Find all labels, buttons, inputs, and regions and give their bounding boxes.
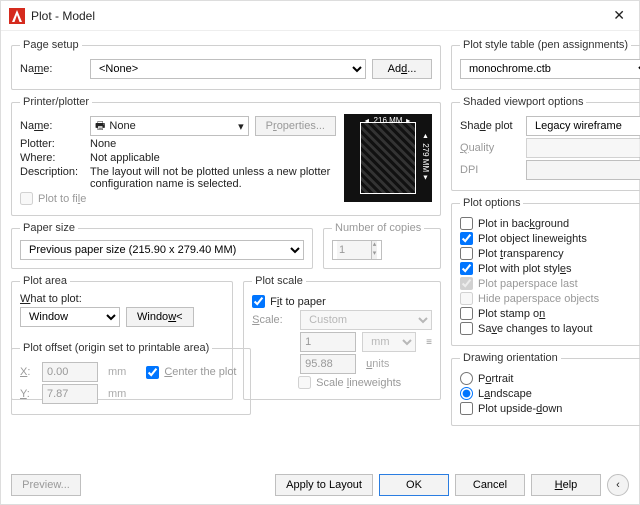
y-unit: mm (108, 388, 126, 400)
scale-select: Custom (300, 310, 432, 330)
x-label: X: (20, 366, 36, 378)
upside-down-check[interactable]: Plot upside-down (460, 402, 640, 415)
plot-object-lw-check[interactable]: Plot object lineweights (460, 232, 640, 245)
page-setup-name-select[interactable]: <None> (90, 59, 366, 79)
center-plot-check[interactable]: Center the plot (146, 366, 236, 379)
printer-group: Printer/plotter Name: 🖶 None ▾ Propertie… (11, 96, 441, 216)
scale-unit-count (300, 332, 356, 352)
paper-preview: ◄ 216 MM ► ▲ 279 MM ▼ (344, 114, 432, 202)
shade-plot-select[interactable]: Legacy wireframe (526, 116, 640, 136)
plot-dialog: Plot - Model ✕ Page setup Name: <None> A… (0, 0, 640, 505)
plot-scale-legend: Plot scale (252, 275, 306, 287)
printer-name-select[interactable]: 🖶 None ▾ (90, 116, 249, 136)
plot-options-group: Plot options Plot in background Plot obj… (451, 197, 640, 346)
landscape-radio[interactable]: Landscape (460, 387, 640, 400)
desc-value: The layout will not be plotted unless a … (90, 166, 336, 190)
help-button[interactable]: Help (531, 474, 601, 496)
ok-button[interactable]: OK (379, 474, 449, 496)
plotter-value: None (90, 138, 116, 150)
y-input (42, 384, 98, 404)
plot-style-group: Plot style table (pen assignments) monoc… (451, 39, 640, 90)
expand-options-button[interactable]: ‹ (607, 474, 629, 496)
dpi-label: DPI (460, 164, 520, 176)
plot-options-legend: Plot options (460, 197, 523, 209)
what-to-plot-select[interactable]: Window (20, 307, 120, 327)
what-to-plot-label: What to plot: (20, 293, 224, 305)
titlebar: Plot - Model ✕ (1, 1, 639, 31)
shaded-viewport-group: Shaded viewport options Shade plot Legac… (451, 96, 640, 191)
plot-transparency-check[interactable]: Plot transparency (460, 247, 640, 260)
plotter-label: Plotter: (20, 138, 84, 150)
plot-to-file-check: Plot to file (20, 192, 336, 205)
autocad-logo-icon (9, 8, 25, 24)
drawing-units-input (300, 354, 356, 374)
x-input (42, 362, 98, 382)
plot-offset-legend: Plot offset (origin set to printable are… (20, 342, 212, 354)
equals-icon: ≡ (426, 337, 432, 348)
desc-label: Description: (20, 166, 84, 178)
fit-to-paper-check[interactable]: Fit to paper (252, 295, 432, 308)
page-setup-name-label: Name: (20, 63, 84, 75)
orientation-legend: Drawing orientation (460, 352, 561, 364)
shaded-legend: Shaded viewport options (460, 96, 586, 108)
units-label: units (366, 358, 389, 370)
chevron-down-icon: ▾ (238, 120, 244, 133)
paper-size-select[interactable]: Previous paper size (215.90 x 279.40 MM) (20, 240, 304, 260)
plot-background-check[interactable]: Plot in background (460, 217, 640, 230)
window-title: Plot - Model (31, 9, 607, 23)
plot-area-legend: Plot area (20, 275, 70, 287)
printer-name-value: None (109, 120, 238, 132)
paper-size-group: Paper size Previous paper size (215.90 x… (11, 222, 313, 269)
page-setup-group: Page setup Name: <None> Add... (11, 39, 441, 90)
copies-legend: Number of copies (332, 222, 424, 234)
quality-select (526, 138, 640, 158)
printer-name-label: Name: (20, 120, 84, 132)
plot-stamp-check[interactable]: Plot stamp on (460, 307, 640, 320)
scale-label: Scale: (252, 314, 294, 326)
quality-label: Quality (460, 142, 520, 154)
plot-offset-group: Plot offset (origin set to printable are… (11, 342, 251, 415)
scale-lineweights-check: Scale lineweights (298, 376, 432, 389)
cancel-button[interactable]: Cancel (455, 474, 525, 496)
portrait-radio[interactable]: Portrait (460, 372, 640, 385)
dpi-input (526, 160, 640, 180)
plot-style-select[interactable]: monochrome.ctb (460, 59, 640, 79)
plot-with-styles-check[interactable]: Plot with plot styles (460, 262, 640, 275)
shade-plot-label: Shade plot (460, 120, 520, 132)
y-label: Y: (20, 388, 36, 400)
preview-button: Preview... (11, 474, 81, 496)
save-changes-check[interactable]: Save changes to layout (460, 322, 640, 335)
orientation-group: Drawing orientation Portrait Landscape P… (451, 352, 640, 426)
plot-ps-last-check: Plot paperspace last (460, 277, 640, 290)
dialog-footer: Preview... Apply to Layout OK Cancel Hel… (1, 468, 639, 504)
page-setup-legend: Page setup (20, 39, 82, 51)
chevron-left-icon: ‹ (616, 479, 620, 491)
close-icon[interactable]: ✕ (607, 7, 631, 24)
x-unit: mm (108, 366, 126, 378)
printer-legend: Printer/plotter (20, 96, 92, 108)
scale-unit-select: mm (362, 332, 416, 352)
plot-style-legend: Plot style table (pen assignments) (460, 39, 631, 51)
copies-group: Number of copies ▴▾ (323, 222, 441, 269)
apply-to-layout-button[interactable]: Apply to Layout (275, 474, 373, 496)
printer-icon: 🖶 (95, 117, 105, 136)
plot-scale-group: Plot scale Fit to paper Scale: Custom (243, 275, 441, 400)
add-button[interactable]: Add... (372, 59, 432, 79)
copies-spinner: ▴▾ (332, 240, 382, 260)
hide-ps-objects-check: Hide paperspace objects (460, 292, 640, 305)
properties-button: Properties... (255, 116, 336, 136)
window-pick-button[interactable]: Window< (126, 307, 194, 327)
where-label: Where: (20, 152, 84, 164)
paper-size-legend: Paper size (20, 222, 78, 234)
where-value: Not applicable (90, 152, 160, 164)
